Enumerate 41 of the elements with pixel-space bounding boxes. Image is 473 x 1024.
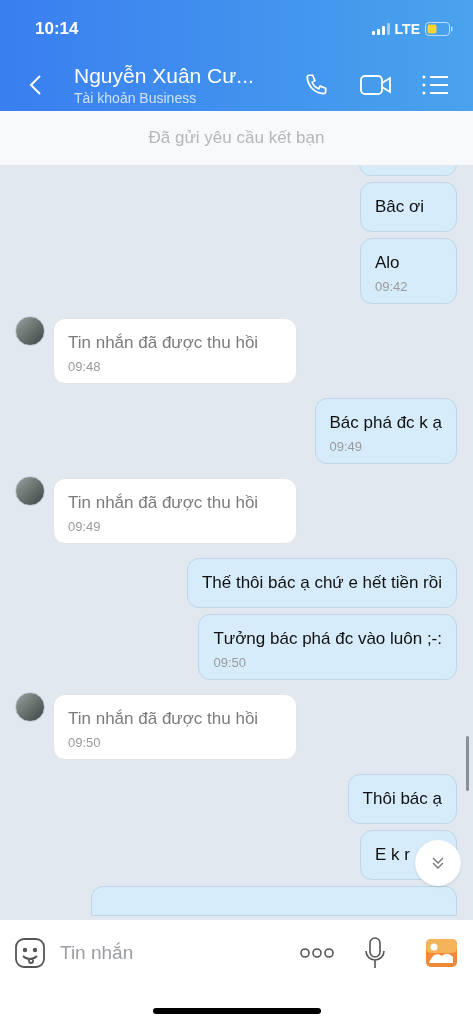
battery-icon bbox=[425, 22, 453, 36]
microphone-icon[interactable] bbox=[364, 937, 386, 969]
avatar-placeholder[interactable] bbox=[15, 692, 45, 722]
message-input[interactable]: Tin nhắn bbox=[60, 938, 300, 968]
message-text: Bác phá đc k ạ bbox=[329, 412, 442, 434]
message-text: Tưởng bác phá đc vào luôn ;-: bbox=[213, 628, 442, 650]
message-text: Thôi bác ạ bbox=[362, 788, 442, 810]
message-text: Tin nhắn đã được thu hồi bbox=[68, 708, 259, 730]
message-text: Alo bbox=[375, 252, 400, 274]
menu-icon bbox=[422, 74, 448, 95]
message-time: 09:49 bbox=[68, 519, 102, 535]
account-type: Tài khoản Business bbox=[74, 88, 198, 107]
sticker-smiley-icon[interactable] bbox=[15, 938, 45, 968]
message-text: Thế thôi bác ạ chứ e hết tiền rồi bbox=[201, 572, 442, 594]
network-label: LTE bbox=[394, 19, 420, 39]
message-text: Tin nhắn đã được thu hồi bbox=[68, 492, 259, 514]
back-chevron-icon bbox=[28, 73, 42, 96]
more-dots-icon[interactable] bbox=[300, 947, 334, 959]
avatar-placeholder[interactable] bbox=[15, 476, 45, 506]
signal-icon bbox=[371, 23, 390, 35]
phone-icon bbox=[304, 71, 330, 98]
message-text: Tin nhắn đã được thu hồi bbox=[68, 332, 259, 354]
scrollbar bbox=[466, 736, 469, 791]
message-time: 09:42 bbox=[375, 279, 409, 295]
menu-button[interactable] bbox=[422, 74, 448, 95]
message-time: 09:49 bbox=[329, 439, 364, 455]
avatar-placeholder[interactable] bbox=[15, 316, 45, 346]
message-time: 09:50 bbox=[68, 735, 102, 751]
back-button[interactable] bbox=[28, 73, 42, 96]
message-text: E k r bbox=[375, 844, 410, 866]
video-call-button[interactable] bbox=[360, 72, 392, 97]
video-camera-icon bbox=[360, 72, 392, 97]
friend-request-banner: Đã gửi yêu cầu kết bạn bbox=[0, 111, 473, 166]
double-chevron-down-icon bbox=[430, 855, 446, 871]
message-text: Bâc ơi bbox=[375, 196, 424, 218]
contact-name[interactable]: Nguyễn Xuân Cư... bbox=[74, 62, 304, 89]
message-time: 09:48 bbox=[68, 359, 102, 375]
image-gallery-icon[interactable] bbox=[426, 939, 457, 967]
call-button[interactable] bbox=[304, 71, 330, 98]
message-time: 09:50 bbox=[213, 655, 247, 671]
status-time: 10:14 bbox=[35, 18, 79, 41]
